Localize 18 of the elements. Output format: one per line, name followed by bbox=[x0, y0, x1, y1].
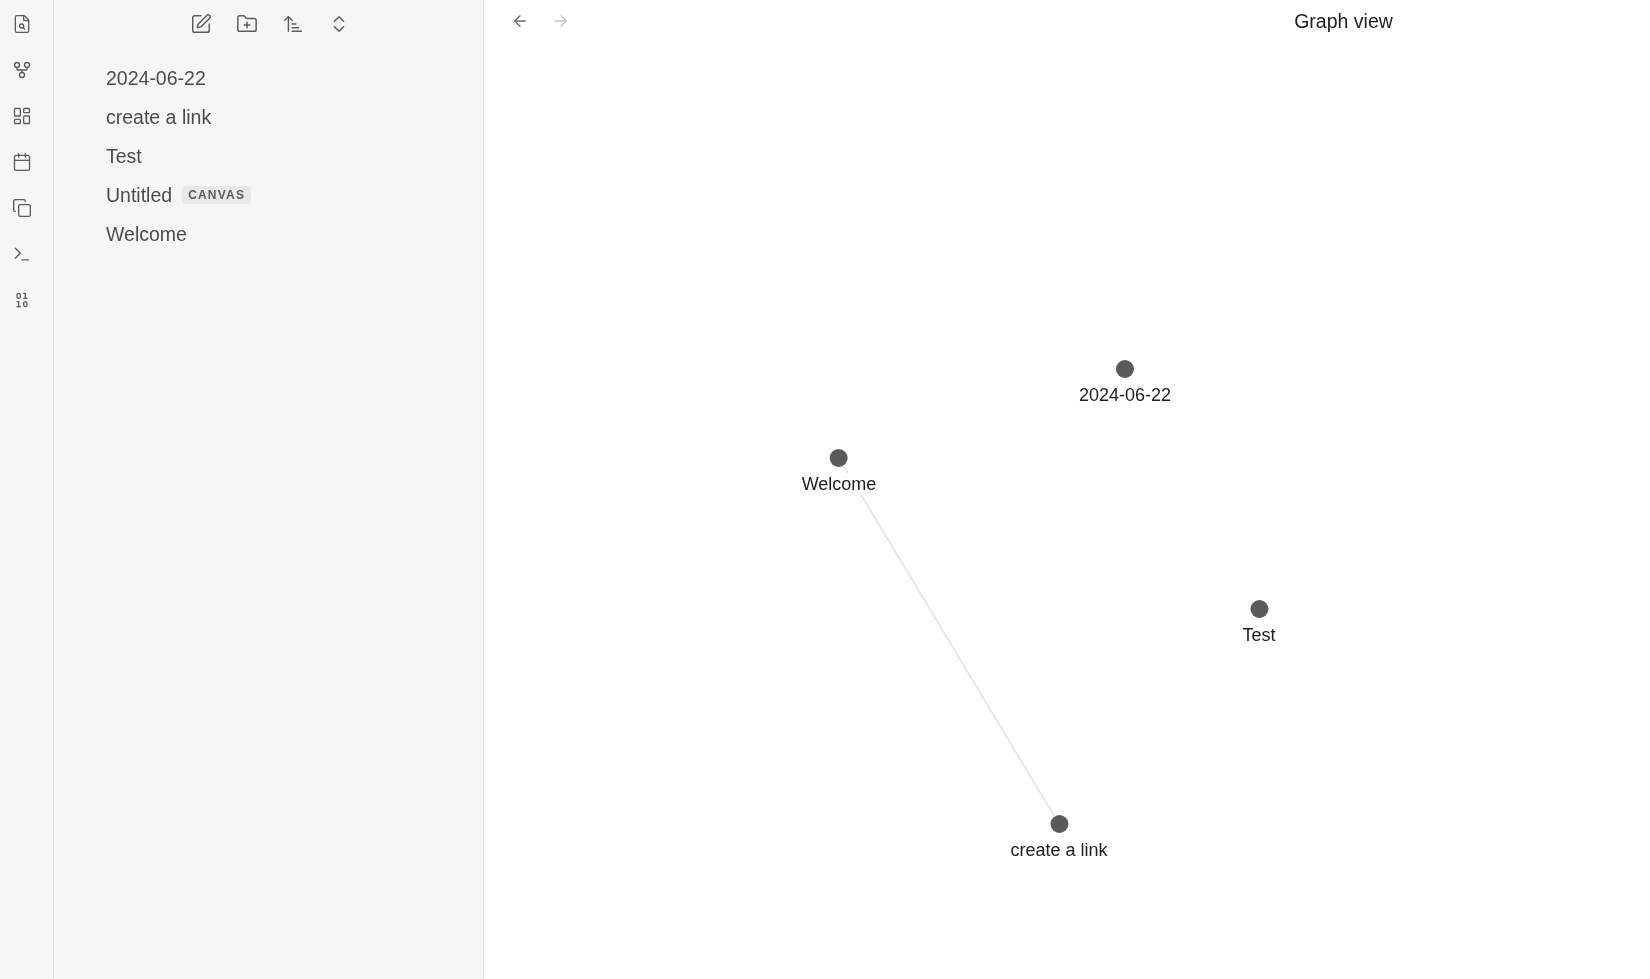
file-item[interactable]: Test bbox=[106, 143, 142, 168]
file-type-tag: CANVAS bbox=[182, 185, 252, 204]
file-item[interactable]: Untitled CANVAS bbox=[106, 182, 252, 207]
sort-icon bbox=[281, 13, 304, 35]
copy-icon bbox=[12, 198, 32, 218]
file-item[interactable]: Welcome bbox=[106, 221, 187, 246]
arrow-right-icon bbox=[552, 12, 570, 30]
file-search-icon bbox=[12, 14, 32, 34]
file-item[interactable]: 2024-06-22 bbox=[106, 65, 206, 90]
templates-button[interactable] bbox=[10, 196, 34, 220]
file-item[interactable]: create a link bbox=[106, 104, 212, 129]
nodes-icon bbox=[12, 60, 32, 80]
node-label: Welcome bbox=[799, 473, 879, 495]
folder-plus-icon bbox=[235, 13, 258, 35]
pen-square-icon bbox=[189, 13, 212, 35]
view-title: Graph view bbox=[1294, 9, 1393, 33]
calendar-icon bbox=[12, 152, 32, 172]
dashboard-icon bbox=[12, 106, 32, 126]
